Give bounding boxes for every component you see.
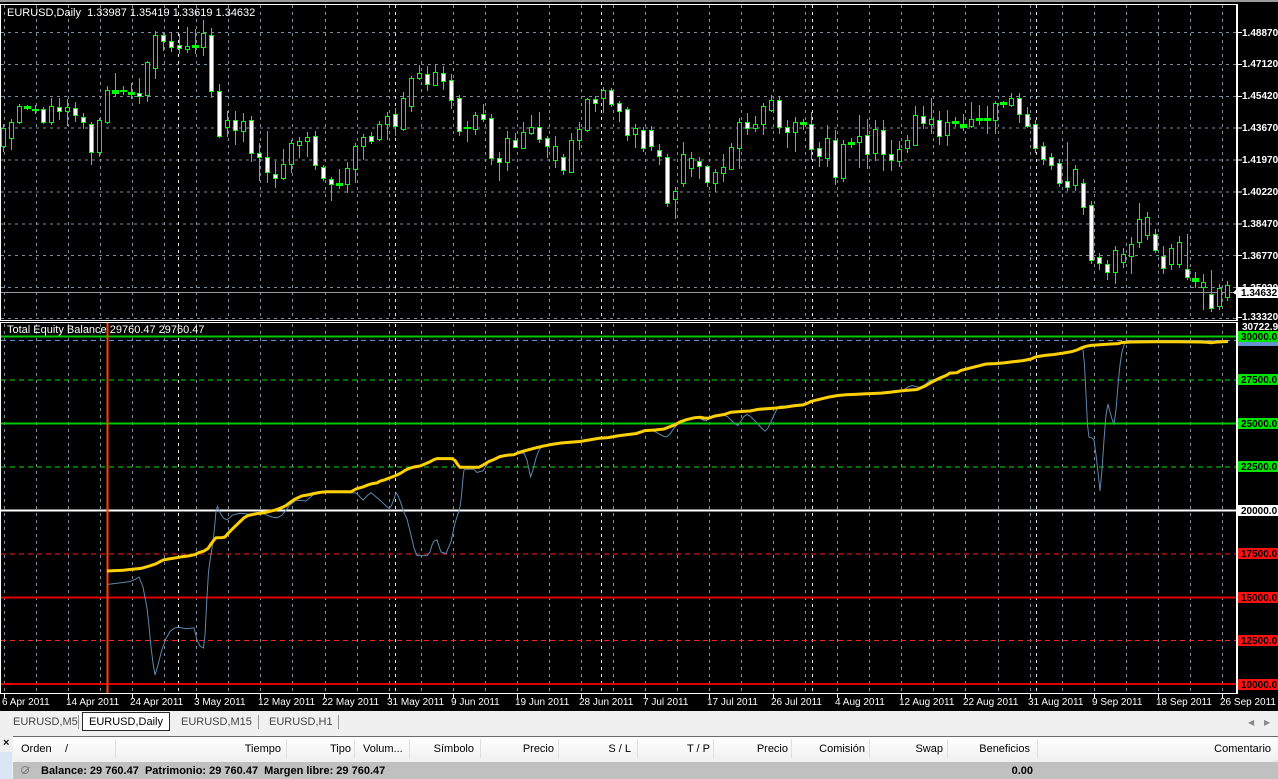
svg-text:12500.0: 12500.0 [1241,636,1278,647]
svg-text:1.47120: 1.47120 [1242,59,1278,70]
svg-text:1.34632: 1.34632 [1241,288,1278,299]
svg-text:15000.0: 15000.0 [1241,593,1278,604]
svg-text:1.45420: 1.45420 [1242,91,1278,102]
svg-text:20000.0: 20000.0 [1241,506,1278,517]
svg-text:10000.0: 10000.0 [1241,680,1278,691]
svg-text:27500.0: 27500.0 [1241,375,1278,386]
svg-text:17500.0: 17500.0 [1241,549,1278,560]
svg-text:EURUSD,Daily 1.33987 1.35419: EURUSD,Daily 1.33987 1.35419 1.33619 1.3… [7,7,255,19]
svg-text:22500.0: 22500.0 [1241,462,1278,473]
svg-text:1.41970: 1.41970 [1242,155,1278,166]
svg-text:25000.0: 25000.0 [1241,419,1278,430]
svg-text:30000.0: 30000.0 [1241,332,1278,343]
svg-text:1.43670: 1.43670 [1242,123,1278,134]
svg-text:1.40220: 1.40220 [1242,187,1278,198]
svg-text:1.36770: 1.36770 [1242,251,1278,262]
svg-text:1.48870: 1.48870 [1242,28,1278,39]
svg-text:Total Equity Balance 29760.47: Total Equity Balance 29760.47 29760.47 [7,324,205,336]
svg-text:1.33320: 1.33320 [1242,312,1278,321]
svg-text:1.38470: 1.38470 [1242,219,1278,230]
